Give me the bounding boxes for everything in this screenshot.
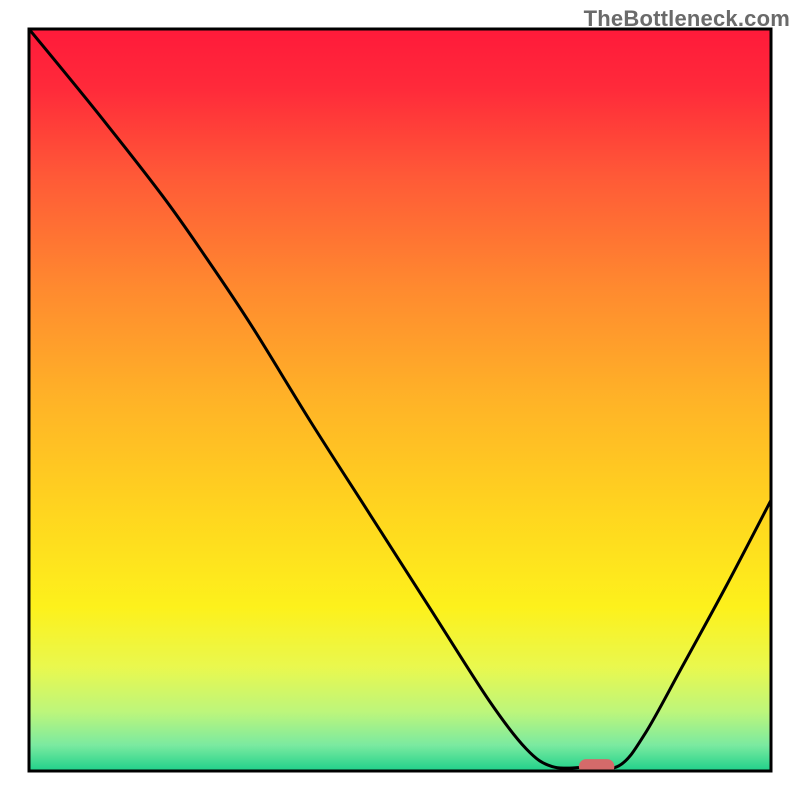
watermark-text: TheBottleneck.com (584, 6, 790, 32)
chart-stage: TheBottleneck.com (0, 0, 800, 800)
gradient-background (29, 29, 771, 771)
bottleneck-chart (0, 0, 800, 800)
